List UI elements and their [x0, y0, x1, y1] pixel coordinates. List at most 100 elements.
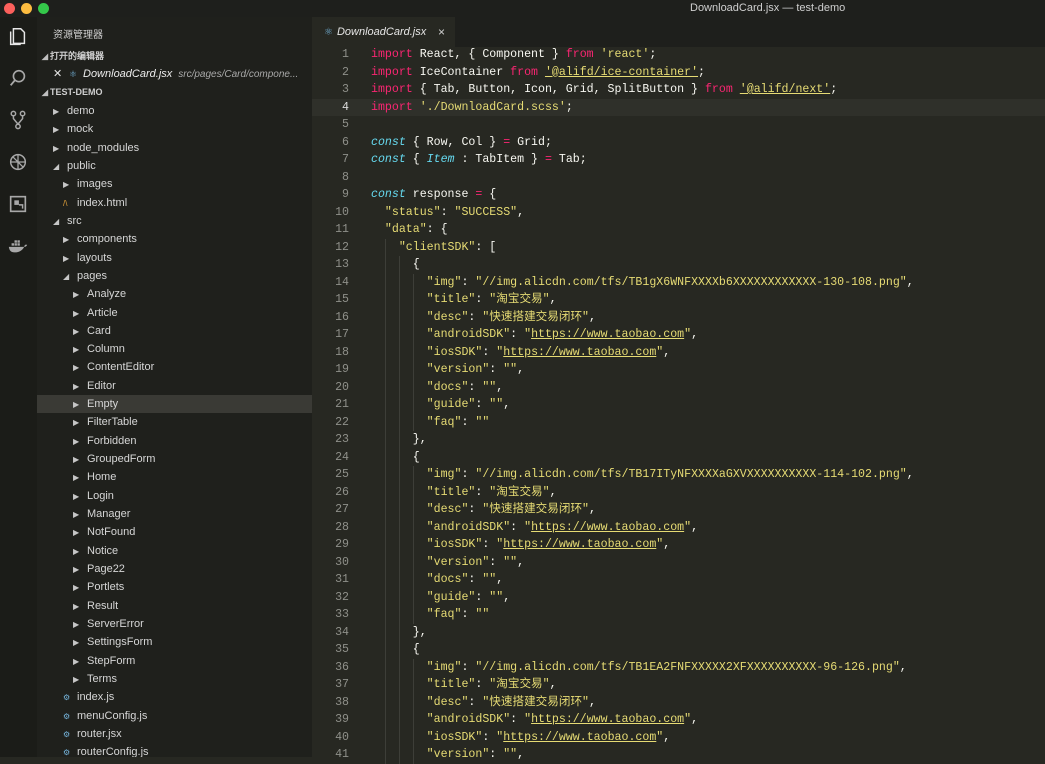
tree-item[interactable]: ▶ images: [37, 175, 312, 193]
tree-item[interactable]: ▶ Page22: [37, 560, 312, 578]
tree-item[interactable]: ▶ Editor: [37, 377, 312, 395]
chevron-right-icon: ▶: [63, 235, 70, 245]
files-icon[interactable]: [6, 25, 30, 49]
tree-item[interactable]: ▶ Home: [37, 468, 312, 486]
code-line: 31 "docs": "",: [312, 571, 1045, 589]
title-bar: DownloadCard.jsx — test-demo: [0, 0, 1045, 17]
debug-icon[interactable]: [6, 150, 30, 174]
tree-item[interactable]: ▶ Login: [37, 487, 312, 505]
project-header[interactable]: ◢ TEST-DEMO: [37, 83, 312, 101]
close-window-button[interactable]: [4, 3, 15, 14]
search-icon[interactable]: [6, 66, 30, 90]
chevron-down-icon: ◢: [41, 88, 49, 97]
line-number: 37: [335, 678, 349, 691]
tree-item[interactable]: ▶ layouts: [37, 249, 312, 267]
chevron-right-icon: ▶: [73, 546, 80, 556]
tree-item-label: layouts: [77, 251, 112, 264]
line-number: 28: [335, 520, 349, 534]
line-number: 3: [342, 83, 349, 96]
tree-item[interactable]: ▶ Terms: [37, 670, 312, 688]
tree-item[interactable]: ▶ demo: [37, 102, 312, 120]
line-number: 35: [335, 643, 349, 656]
chevron-right-icon: ▶: [73, 674, 80, 684]
tree-item[interactable]: ⚙ routerConfig.js: [37, 743, 312, 757]
chevron-right-icon: ▶: [73, 638, 80, 648]
tree-item[interactable]: ▶ FilterTable: [37, 413, 312, 431]
tree-item[interactable]: ▶ StepForm: [37, 652, 312, 670]
tree-item[interactable]: ◢ src: [37, 212, 312, 230]
tab-downloadcard[interactable]: ⚛ DownloadCard.jsx ×: [312, 17, 455, 47]
tree-item[interactable]: ▶ Result: [37, 597, 312, 615]
tree-item[interactable]: ▶ Portlets: [37, 578, 312, 596]
code-text: "androidSDK": "https://www.taobao.com",: [426, 328, 699, 341]
tree-item[interactable]: ⚙ router.jsx: [37, 725, 312, 743]
tree-item-label: demo: [67, 105, 95, 117]
code-text: "iosSDK": "https://www.taobao.com",: [426, 730, 671, 744]
code-text: "androidSDK": "https://www.taobao.com",: [426, 520, 699, 534]
open-editor-item[interactable]: ✕ ⚛ DownloadCard.jsx src/pages/Card/compone…: [37, 65, 312, 83]
tree-item[interactable]: ▶ Analyze: [37, 285, 312, 303]
chevron-right-icon: ▶: [73, 326, 80, 336]
code-text: const { Row, Col } = Grid;: [371, 135, 552, 149]
extensions-icon[interactable]: [6, 192, 30, 216]
tree-item[interactable]: ▶ ContentEditor: [37, 358, 312, 376]
tree-item[interactable]: ⚙ index.js: [37, 688, 312, 706]
code-line: 11 "data": {: [312, 221, 1045, 239]
js-file-icon: ⚙: [63, 729, 71, 739]
tree-item[interactable]: ◢ public: [37, 157, 312, 175]
tree-item[interactable]: /\ index.html: [37, 194, 312, 212]
js-file-icon: ⚙: [63, 748, 71, 757]
tree-item[interactable]: ▶ node_modules: [37, 139, 312, 157]
code-line: 18 "iosSDK": "https://www.taobao.com",: [312, 343, 1045, 361]
source-control-icon[interactable]: [6, 108, 30, 132]
chevron-right-icon: ▶: [73, 345, 80, 355]
code-view[interactable]: 1 import React, { Component } from 'react…: [312, 46, 1045, 764]
tree-item[interactable]: ▶ Notice: [37, 542, 312, 560]
tree-item-label: Analyze: [87, 288, 127, 301]
code-line: 13 {: [312, 256, 1045, 274]
tree-item-label: Editor: [87, 379, 116, 392]
line-number: 8: [342, 170, 349, 184]
tree-item[interactable]: ▶ Column: [37, 340, 312, 358]
tree-item[interactable]: ⚙ menuConfig.js: [37, 707, 312, 725]
tree-item-label: ServerError: [87, 617, 144, 630]
code-line: 34 },: [312, 623, 1045, 641]
tree-item[interactable]: ▶ Forbidden: [37, 432, 312, 450]
tree-item[interactable]: ▶ ServerError: [37, 615, 312, 633]
activity-bar: [0, 17, 37, 757]
tree-item[interactable]: ▶ Card: [37, 322, 312, 340]
tree-item[interactable]: ▶ Manager: [37, 505, 312, 523]
code-line: 12 "clientSDK": [: [312, 238, 1045, 256]
code-line: 32 "guide": "",: [312, 588, 1045, 606]
code-text: import React, { Component } from 'react'…: [371, 48, 657, 61]
tree-item[interactable]: ▶ SettingsForm: [37, 633, 312, 651]
code-text: "iosSDK": "https://www.taobao.com",: [426, 345, 671, 359]
maximize-window-button[interactable]: [38, 3, 49, 14]
code-line: 7 const { Item : TabItem } = Tab;: [312, 151, 1045, 169]
react-file-icon: ⚛: [324, 27, 333, 38]
docker-icon[interactable]: [6, 234, 30, 258]
tree-item-label: Login: [87, 489, 114, 502]
code-text: "status": "SUCCESS",: [384, 205, 525, 219]
code-line: 3 import { Tab, Button, Icon, Grid, Split…: [312, 81, 1045, 99]
tree-item-label: Result: [87, 599, 119, 612]
code-text: "version": "",: [426, 748, 525, 761]
tree-item[interactable]: ▶ Article: [37, 304, 312, 322]
code-line: 2 import IceContainer from '@alifd/ice-co…: [312, 64, 1045, 82]
explorer-sidebar: 资源管理器 ◢ 打开的编辑器 ✕ ⚛ DownloadCard.jsx src/page…: [37, 17, 312, 757]
line-number: 26: [335, 485, 349, 499]
tree-item[interactable]: ▶ NotFound: [37, 523, 312, 541]
minimize-window-button[interactable]: [21, 3, 32, 14]
chevron-right-icon: ▶: [73, 601, 80, 611]
tree-item[interactable]: ◢ pages: [37, 267, 312, 285]
open-editors-header[interactable]: ◢ 打开的编辑器: [37, 47, 312, 65]
code-text: },: [371, 433, 427, 446]
tree-item[interactable]: ▶ mock: [37, 120, 312, 138]
window-title: DownloadCard.jsx — test-demo: [690, 2, 846, 14]
tree-item[interactable]: ▶ components: [37, 230, 312, 248]
tree-item-label: StepForm: [87, 654, 136, 667]
tab-close-icon[interactable]: ×: [438, 17, 445, 47]
close-icon[interactable]: ✕: [53, 65, 67, 83]
tree-item[interactable]: ▶ Empty: [37, 395, 312, 414]
tree-item[interactable]: ▶ GroupedForm: [37, 450, 312, 468]
